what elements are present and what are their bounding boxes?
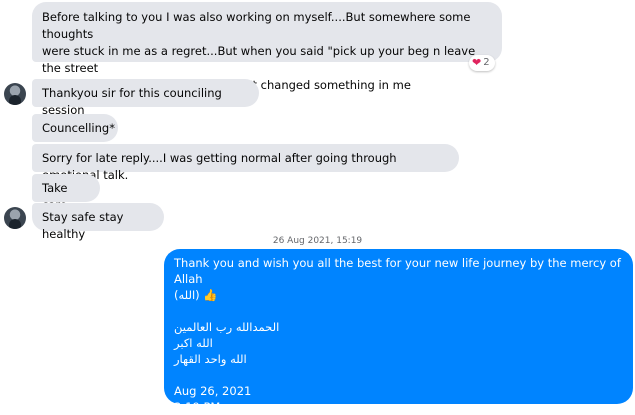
sent-message-bubble[interactable]: Thank you and wish you all the best for … xyxy=(164,249,633,414)
message-date: Aug 26, 2021 xyxy=(174,384,252,398)
message-bubble[interactable]: Thankyou sir for this counciling session xyxy=(32,79,259,117)
message-text-arabic: الحمدالله رب العالمين xyxy=(174,320,280,334)
message-text: Thankyou sir for this counciling session xyxy=(42,86,222,117)
message-time: 3:19 PM xyxy=(174,400,221,414)
message-text: (الله) 👍 xyxy=(174,288,218,302)
message-text: Before talking to you I was also working… xyxy=(42,10,471,41)
message-text: were stuck in me as a regret...But when … xyxy=(42,44,476,75)
message-bubble[interactable]: Sorry for late reply....I was getting no… xyxy=(32,144,459,182)
avatar[interactable] xyxy=(4,83,26,105)
message-text-arabic: الله واحد القهار xyxy=(174,352,247,366)
message-bubble[interactable]: Take care xyxy=(32,174,100,212)
message-text: Councelling* xyxy=(42,121,115,135)
reaction-count: 2 xyxy=(483,57,490,68)
message-text-arabic: الله اكبر xyxy=(174,336,213,350)
reaction-badge[interactable]: ❤ 2 xyxy=(469,55,495,71)
heart-icon: ❤ xyxy=(472,56,482,69)
message-text: Thank you and wish you all the best for … xyxy=(174,256,621,286)
message-bubble[interactable]: Councelling* xyxy=(32,114,118,142)
timestamp-divider: 26 Aug 2021, 15:19 xyxy=(272,236,363,246)
message-bubble[interactable]: Before talking to you I was also working… xyxy=(32,2,502,92)
message-bubble[interactable]: Stay safe stay healthy xyxy=(32,203,164,241)
avatar[interactable] xyxy=(4,207,26,229)
